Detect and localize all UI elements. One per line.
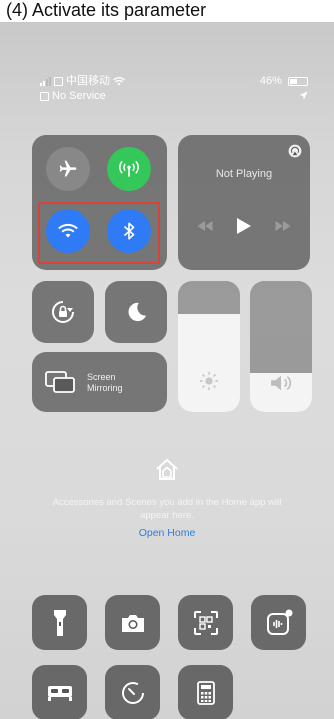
do-not-disturb-toggle[interactable] xyxy=(105,281,167,343)
camera-button[interactable] xyxy=(105,595,160,650)
wifi-status-icon xyxy=(113,77,125,86)
qr-code-scanner-icon xyxy=(193,610,218,635)
carrier-name: 中国移动 xyxy=(66,75,110,87)
now-playing-status: Not Playing xyxy=(215,168,273,180)
media-controls xyxy=(178,217,310,235)
flashlight-button[interactable] xyxy=(32,595,87,650)
open-home-link[interactable]: Open Home xyxy=(139,527,196,539)
status-left: 中国移动 No Service xyxy=(40,75,125,103)
battery-icon xyxy=(288,76,308,86)
rotation-lock-icon xyxy=(52,301,74,323)
battery-percentage: 46% xyxy=(259,75,282,87)
volume-slider[interactable] xyxy=(250,281,312,412)
moon-icon xyxy=(128,302,147,322)
rewind-icon[interactable] xyxy=(196,221,214,231)
home-icon xyxy=(156,459,178,480)
screen-mirroring-icon xyxy=(45,371,75,393)
rotation-lock-toggle[interactable] xyxy=(32,281,94,343)
control-center-screen: 中国移动 No Service 46% Not Playing Screen M… xyxy=(0,22,334,719)
service-status: No Service xyxy=(52,90,106,102)
airplane-icon xyxy=(59,160,77,177)
sleep-button[interactable] xyxy=(32,665,87,719)
calculator-icon xyxy=(196,680,215,705)
location-arrow-icon xyxy=(299,91,308,100)
signal-bars-icon xyxy=(40,77,51,86)
calculator-button[interactable] xyxy=(178,665,233,719)
speaker-icon xyxy=(271,375,292,391)
figure-caption: (4) Activate its parameter xyxy=(0,0,334,22)
screen-mirroring-label: Screen Mirroring xyxy=(87,372,123,393)
play-icon[interactable] xyxy=(236,217,252,235)
wifi-bluetooth-highlight xyxy=(38,202,160,264)
brightness-slider[interactable] xyxy=(178,281,240,412)
sleep-bed-icon xyxy=(47,685,72,701)
airplane-mode-toggle[interactable] xyxy=(46,147,90,191)
timer-button[interactable] xyxy=(105,665,160,719)
qr-code-scanner-button[interactable] xyxy=(178,595,233,650)
sim-card-icon-2 xyxy=(40,92,49,101)
voice-memo-icon xyxy=(266,609,292,635)
screen-mirroring-button[interactable]: Screen Mirroring xyxy=(32,352,167,412)
home-message: Accessories and Scenes you add in the Ho… xyxy=(52,497,282,521)
cellular-antenna-icon xyxy=(119,160,139,177)
timer-icon xyxy=(121,681,144,704)
home-section: Accessories and Scenes you add in the Ho… xyxy=(40,457,294,541)
flashlight-icon xyxy=(53,609,66,636)
voice-memo-button[interactable] xyxy=(251,595,306,650)
now-playing-panel: Not Playing xyxy=(178,135,310,270)
brightness-level xyxy=(178,313,240,412)
airplay-icon[interactable] xyxy=(288,144,302,158)
sun-icon xyxy=(199,371,219,391)
sim-card-icon xyxy=(54,77,63,86)
fast-forward-icon[interactable] xyxy=(274,221,292,231)
status-right: 46% xyxy=(260,75,308,100)
cellular-data-toggle[interactable] xyxy=(107,147,151,191)
camera-icon xyxy=(121,614,144,632)
